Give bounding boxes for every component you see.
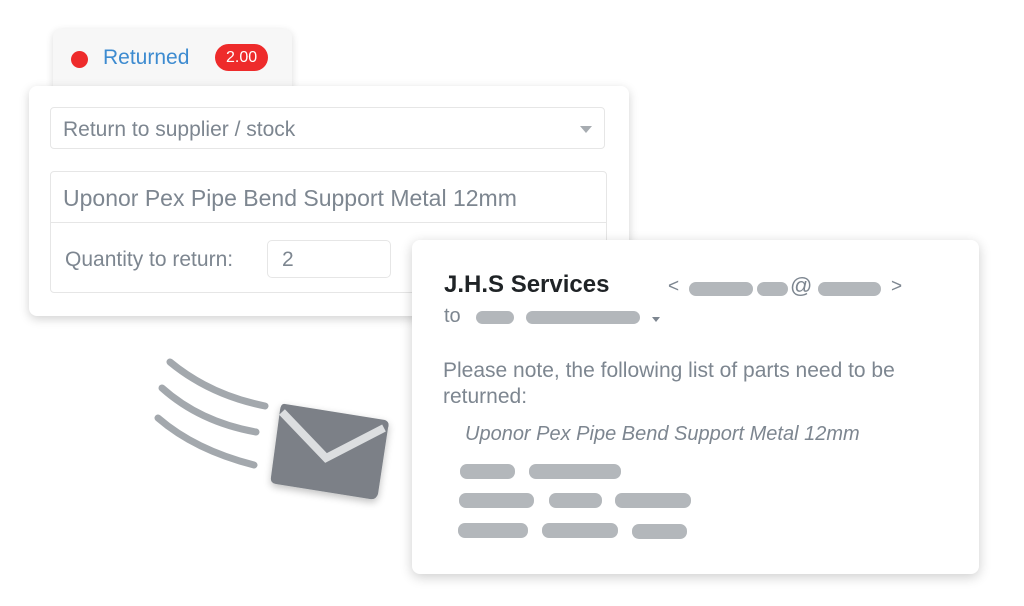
redacted-recipient [476, 311, 514, 324]
email-open-bracket: < [668, 276, 680, 297]
redacted-email-domain [818, 282, 881, 296]
redacted-text-line [529, 464, 621, 479]
quantity-label: Quantity to return: [65, 248, 234, 271]
status-badge: 2.00 [215, 44, 269, 71]
redacted-text-line [542, 523, 618, 538]
redacted-text-line [458, 523, 528, 538]
email-message: Please note, the following list of parts… [443, 359, 895, 408]
divider [51, 222, 606, 223]
redacted-text-line [549, 493, 602, 508]
product-name: Uponor Pex Pipe Bend Support Metal 12mm [63, 185, 517, 211]
motion-line [158, 384, 260, 436]
motion-lines [154, 358, 269, 469]
redacted-email-user [757, 282, 788, 296]
flying-envelope-icon [154, 358, 389, 500]
quantity-input[interactable]: 2 [267, 240, 391, 278]
motion-line [166, 358, 269, 410]
part-list-item: Uponor Pex Pipe Bend Support Metal 12mm [465, 423, 860, 445]
sender-name: J.H.S Services [444, 271, 610, 298]
return-type-select[interactable]: Return to supplier / stock [50, 107, 605, 149]
email-at-sign: @ [790, 273, 813, 298]
email-close-bracket: > [891, 276, 903, 297]
envelope [270, 403, 389, 500]
redacted-text-line [459, 493, 534, 508]
chevron-down-icon [580, 126, 592, 133]
redacted-email-user [689, 282, 753, 296]
email-preview-card: J.H.S Services < @ > to Please note, the… [412, 240, 979, 574]
status-dot-icon [71, 51, 88, 68]
return-type-value: Return to supplier / stock [63, 118, 296, 141]
redacted-text-line [460, 464, 515, 479]
to-label: to [444, 305, 461, 327]
recipients-dropdown-icon[interactable] [652, 317, 660, 322]
status-label: Returned [103, 46, 190, 69]
redacted-text-line [615, 493, 691, 508]
redacted-recipient [526, 311, 640, 324]
redacted-text-line [632, 524, 687, 539]
